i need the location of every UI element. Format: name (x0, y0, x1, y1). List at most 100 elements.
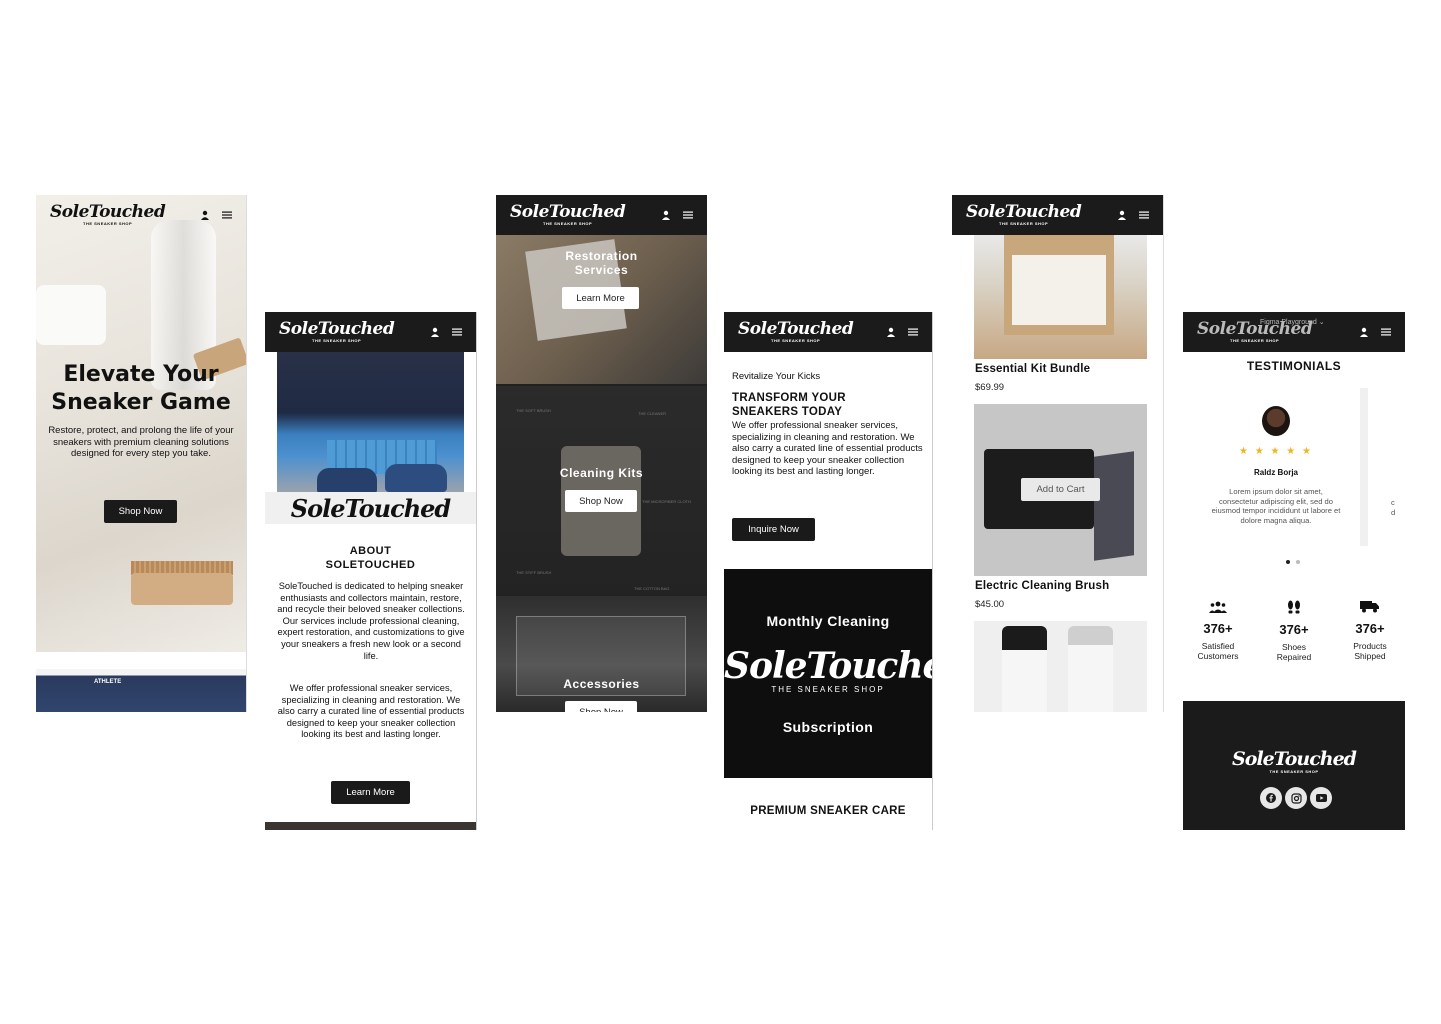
logo-text: SoleTouched (279, 319, 395, 339)
instagram-icon[interactable] (1285, 787, 1307, 809)
category-card-restoration[interactable]: Restoration Services Learn More (496, 235, 707, 384)
logo[interactable]: SoleTouched THE SNEAKER SHOP (279, 319, 395, 343)
about-paragraph-services: We offer professional sneaker services, … (277, 683, 465, 740)
footprints-icon (1288, 600, 1300, 614)
user-icon[interactable] (1359, 327, 1369, 337)
logo-subtext: THE SNEAKER SHOP (999, 221, 1049, 226)
brand-logo-banner: SoleTouched (265, 492, 476, 524)
sneaker-image (317, 468, 377, 494)
logo[interactable]: SoleTouched THE SNEAKER SHOP (966, 202, 1082, 226)
product-name[interactable]: Essential Kit Bundle (975, 363, 1090, 375)
testimonials-title: TESTIMONIALS (1246, 359, 1342, 373)
section-body: We offer professional sneaker services, … (732, 420, 923, 478)
spray-bottle-image (1002, 626, 1047, 712)
logo-subtext: THE SNEAKER SHOP (543, 221, 593, 226)
kit-label: THE STIFF BRUSH (516, 570, 552, 575)
shop-now-button[interactable]: Shop Now (565, 701, 637, 712)
logo-subtext: THE SNEAKER SHOP (771, 338, 821, 343)
header: SoleTouched THE SNEAKER SHOP (265, 312, 476, 352)
menu-icon[interactable] (683, 210, 693, 220)
header: SoleTouched THE SNEAKER SHOP (724, 312, 932, 352)
next-testimonial-preview: cd (1391, 498, 1396, 517)
category-title: Accessories (563, 677, 640, 691)
sneaker-image (385, 464, 447, 492)
product-name[interactable]: Electric Cleaning Brush (975, 580, 1109, 592)
stat-label: Shoes Repaired (1276, 642, 1312, 662)
subscription-banner[interactable]: Monthly Cleaning SoleTouched THE SNEAKER… (724, 569, 932, 778)
user-icon[interactable] (886, 327, 896, 337)
youtube-icon[interactable] (1310, 787, 1332, 809)
inquire-now-button[interactable]: Inquire Now (732, 518, 815, 541)
subscription-subtitle: Subscription (782, 719, 874, 735)
footer-logo-subtext: THE SNEAKER SHOP (1269, 769, 1319, 774)
menu-icon[interactable] (1139, 210, 1149, 220)
home-hero-screen: SoleTouched THE SNEAKER SHOP Elevate You… (36, 195, 247, 712)
logo-subtext: THE SNEAKER SHOP (1230, 338, 1280, 343)
stat-label: Satisfied Customers (1197, 641, 1239, 661)
user-icon[interactable] (200, 210, 210, 220)
logo-text: SoleTouched (50, 202, 166, 222)
logo-text: SoleTouched (510, 202, 626, 222)
hero-description: Restore, protect, and prolong the life o… (48, 425, 234, 459)
chevron-down-icon: ⌄ (1318, 319, 1325, 326)
logo-text: SoleTouched (738, 319, 854, 339)
carousel-dot[interactable] (1296, 560, 1300, 564)
product-image-spray[interactable] (974, 621, 1147, 712)
footer-logo[interactable]: SoleTouched THE SNEAKER SHOP (1183, 749, 1405, 774)
kit-label: THE CLEANER (638, 411, 667, 416)
testimonial-quote: Lorem ipsum dolor sit amet, consectetur … (1211, 487, 1341, 525)
category-card-cleaning-kits[interactable]: THE SOFT BRUSH THE CLEANER THE MICROFIBE… (496, 386, 707, 594)
stat-satisfied-customers: 376+ Satisfied Customers (1188, 600, 1248, 661)
towel-image (36, 285, 106, 345)
stat-value: 376+ (1355, 621, 1385, 636)
shop-now-button[interactable]: Shop Now (565, 490, 637, 512)
kit-label: THE SOFT BRUSH (516, 408, 551, 413)
case-lid-image (1094, 451, 1134, 561)
footer-logo-text: SoleTouched (1232, 748, 1357, 770)
header: SoleTouched THE SNEAKER SHOP (36, 195, 246, 235)
menu-icon[interactable] (452, 327, 462, 337)
category-title: Cleaning Kits (559, 466, 644, 480)
next-section-preview (265, 822, 476, 830)
user-icon[interactable] (661, 210, 671, 220)
add-to-cart-button[interactable]: Add to Cart (1021, 478, 1100, 501)
shop-now-button[interactable]: Shop Now (104, 500, 177, 523)
logo-text: SoleTouched (966, 202, 1082, 222)
logo[interactable]: SoleTouched THE SNEAKER SHOP (738, 319, 854, 343)
hero-title: Elevate Your Sneaker Game (51, 362, 231, 415)
learn-more-button[interactable]: Learn More (331, 781, 410, 804)
stat-value: 376+ (1203, 621, 1233, 636)
logo[interactable]: SoleTouched THE SNEAKER SHOP (50, 202, 166, 226)
product-image-electric-brush[interactable]: Add to Cart (974, 404, 1147, 576)
sneaker-crate-photo (277, 348, 464, 494)
learn-more-button[interactable]: Learn More (562, 287, 639, 309)
about-paragraph: SoleTouched is dedicated to helping snea… (277, 581, 465, 661)
user-icon[interactable] (1117, 210, 1127, 220)
product-price: $69.99 (975, 382, 1005, 393)
stat-label: Products Shipped (1353, 641, 1387, 661)
figma-playground-label[interactable]: Figma Playground ⌄ (1260, 318, 1325, 326)
facebook-icon[interactable] (1260, 787, 1282, 809)
about-screen: SoleTouched THE SNEAKER SHOP SoleTouched… (265, 312, 477, 830)
product-image-kit-bundle[interactable] (974, 235, 1147, 359)
user-icon[interactable] (430, 327, 440, 337)
product-price: $45.00 (975, 599, 1005, 610)
users-icon (1209, 601, 1227, 613)
testimonials-screen: SoleTouched THE SNEAKER SHOP Figma Playg… (1183, 312, 1405, 830)
category-card-accessories[interactable]: Accessories Shop Now (496, 596, 707, 712)
section-heading: TRANSFORM YOUR SNEAKERS TODAY (732, 392, 846, 418)
menu-icon[interactable] (908, 327, 918, 337)
carousel-dot-active[interactable] (1286, 560, 1290, 564)
logo[interactable]: SoleTouched THE SNEAKER SHOP (510, 202, 626, 226)
menu-icon[interactable] (222, 210, 232, 220)
next-section-preview: ATHLETE (36, 669, 246, 712)
shirt-text: ATHLETE (94, 679, 122, 685)
subscription-logo: SoleTouched THE SNEAKER SHOP (724, 647, 932, 694)
kit-label: THE COTTON BAG (634, 586, 670, 591)
menu-icon[interactable] (1381, 327, 1391, 337)
carousel-next-card[interactable] (1360, 388, 1368, 546)
services-screen: SoleTouched THE SNEAKER SHOP Revitalize … (724, 312, 933, 830)
header: SoleTouched THE SNEAKER SHOP (952, 195, 1163, 235)
stat-products-shipped: 376+ Products Shipped (1340, 600, 1400, 661)
header: SoleTouched THE SNEAKER SHOP (496, 195, 707, 235)
